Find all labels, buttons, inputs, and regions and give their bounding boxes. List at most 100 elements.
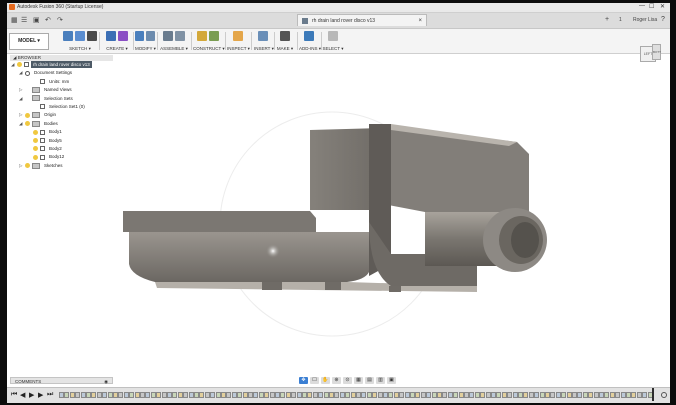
timeline-feature[interactable] — [410, 392, 415, 398]
construct-tool-icon-0[interactable] — [197, 31, 207, 41]
nav-tool-button[interactable]: ▣ — [387, 377, 396, 384]
timeline-feature[interactable] — [485, 392, 491, 398]
timeline-feature[interactable] — [150, 392, 156, 398]
timeline-feature[interactable] — [420, 392, 426, 398]
timeline-feature[interactable] — [172, 392, 178, 398]
view-cube-side[interactable]: BOTT — [652, 44, 661, 60]
timeline-feature[interactable] — [264, 392, 270, 398]
visibility-bulb-icon[interactable] — [33, 137, 38, 143]
expand-arrow-icon[interactable]: ◢ — [19, 95, 25, 102]
create-tool-icon-0[interactable] — [106, 31, 116, 41]
timeline-feature[interactable] — [593, 392, 599, 398]
timeline-feature[interactable] — [221, 392, 226, 398]
browser-item[interactable]: Units: mm — [27, 78, 71, 85]
redo-icon[interactable]: ↷ — [57, 16, 63, 24]
timeline-feature[interactable] — [167, 392, 172, 398]
timeline-prev-icon[interactable]: ◀ — [20, 391, 25, 399]
make-tool-icon-0[interactable] — [280, 31, 290, 41]
visibility-bulb-icon[interactable] — [33, 146, 38, 152]
timeline-feature[interactable] — [447, 392, 453, 398]
make-menu-label[interactable]: MAKE ▾ — [275, 46, 295, 52]
timeline-feature[interactable] — [296, 392, 302, 398]
toolbar-group-create[interactable]: CREATE ▾ — [103, 31, 131, 52]
timeline-feature[interactable] — [231, 392, 237, 398]
toolbar-group-assemble[interactable]: ASSEMBLE ▾ — [159, 31, 189, 52]
nav-tool-button[interactable]: ✋ — [321, 377, 330, 384]
timeline-feature[interactable] — [393, 392, 399, 398]
visibility-bulb-icon[interactable] — [25, 121, 30, 127]
maximize-button[interactable]: ☐ — [649, 3, 654, 10]
timeline-feature[interactable] — [194, 392, 199, 398]
assemble-menu-label[interactable]: ASSEMBLE ▾ — [159, 46, 189, 52]
addins-tool-icon-0[interactable] — [304, 31, 314, 41]
timeline-feature[interactable] — [582, 392, 588, 398]
insert-tool-icon-0[interactable] — [258, 31, 268, 41]
nav-tool-button[interactable]: ⊕ — [332, 377, 341, 384]
timeline-settings-icon[interactable] — [661, 392, 667, 398]
timeline-feature[interactable] — [145, 392, 151, 398]
timeline-feature[interactable] — [550, 392, 556, 398]
timeline-feature[interactable] — [312, 392, 318, 398]
construct-tool-icon-1[interactable] — [209, 31, 219, 41]
timeline-feature[interactable] — [577, 392, 583, 398]
timeline-feature[interactable] — [507, 392, 513, 398]
assemble-tool-icon-1[interactable] — [175, 31, 185, 41]
timeline-feature[interactable] — [204, 392, 210, 398]
visibility-bulb-icon[interactable] — [17, 62, 22, 68]
timeline-feature[interactable] — [129, 392, 135, 398]
timeline-feature[interactable] — [636, 392, 642, 398]
timeline-feature[interactable] — [307, 392, 313, 398]
timeline-feature[interactable] — [609, 392, 615, 398]
browser-item[interactable]: Body2 — [27, 145, 64, 152]
inspect-menu-label[interactable]: INSPECT ▾ — [227, 46, 250, 52]
timeline-feature[interactable] — [64, 392, 70, 398]
timeline-feature[interactable] — [399, 392, 405, 398]
nav-tool-button[interactable]: ▤ — [365, 377, 374, 384]
timeline-feature[interactable] — [329, 392, 334, 398]
timeline-feature[interactable] — [604, 392, 610, 398]
timeline-feature[interactable] — [86, 392, 91, 398]
timeline-feature[interactable] — [431, 392, 437, 398]
construct-menu-label[interactable]: CONSTRUCT ▾ — [193, 46, 225, 52]
modify-menu-label[interactable]: MODIFY ▾ — [135, 46, 156, 52]
timeline-feature[interactable] — [458, 392, 464, 398]
timeline-feature[interactable] — [339, 392, 345, 398]
timeline-marker[interactable] — [652, 388, 654, 401]
create-menu-label[interactable]: CREATE ▾ — [103, 46, 131, 52]
browser-item[interactable]: ◢ rh drain land rover disco v13 — [11, 61, 92, 68]
timeline-feature[interactable] — [377, 392, 383, 398]
browser-item[interactable]: ◢ Bodies — [19, 120, 60, 127]
sketch-menu-label[interactable]: SKETCH ▾ — [63, 46, 97, 52]
timeline-feature[interactable] — [545, 392, 550, 398]
timeline-feature[interactable] — [269, 392, 275, 398]
timeline-feature[interactable] — [102, 392, 108, 398]
timeline-feature[interactable] — [523, 392, 529, 398]
timeline-feature[interactable] — [356, 392, 361, 398]
sketch-tool-icon-1[interactable] — [75, 31, 85, 41]
nav-tool-button[interactable]: ▥ — [376, 377, 385, 384]
timeline-feature[interactable] — [248, 392, 253, 398]
close-window-button[interactable]: ✕ — [660, 3, 665, 10]
timeline-feature[interactable] — [75, 392, 81, 398]
browser-item[interactable]: ◢ Selection Sets — [19, 95, 75, 102]
timeline-feature[interactable] — [474, 392, 480, 398]
timeline-feature[interactable] — [426, 392, 432, 398]
timeline-feature[interactable] — [237, 392, 243, 398]
select-tool-icon-0[interactable] — [328, 31, 338, 41]
timeline-feature[interactable] — [453, 392, 459, 398]
toolbar-group-inspect[interactable]: INSPECT ▾ — [227, 31, 250, 52]
toolbar-group-modify[interactable]: MODIFY ▾ — [135, 31, 156, 52]
timeline-feature[interactable] — [96, 392, 102, 398]
timeline-feature[interactable] — [350, 392, 356, 398]
timeline-feature[interactable] — [366, 392, 372, 398]
nav-tool-button[interactable]: ▦ — [354, 377, 363, 384]
timeline-feature[interactable] — [496, 392, 502, 398]
timeline-feature[interactable] — [140, 392, 145, 398]
timeline-feature[interactable] — [626, 392, 631, 398]
timeline-feature[interactable] — [620, 392, 626, 398]
visibility-bulb-icon[interactable] — [25, 163, 30, 169]
timeline-feature[interactable] — [334, 392, 340, 398]
timeline-next-icon[interactable]: ▶ — [38, 391, 43, 399]
timeline-feature[interactable] — [566, 392, 572, 398]
add-comment-icon[interactable]: ◉ — [104, 378, 108, 385]
